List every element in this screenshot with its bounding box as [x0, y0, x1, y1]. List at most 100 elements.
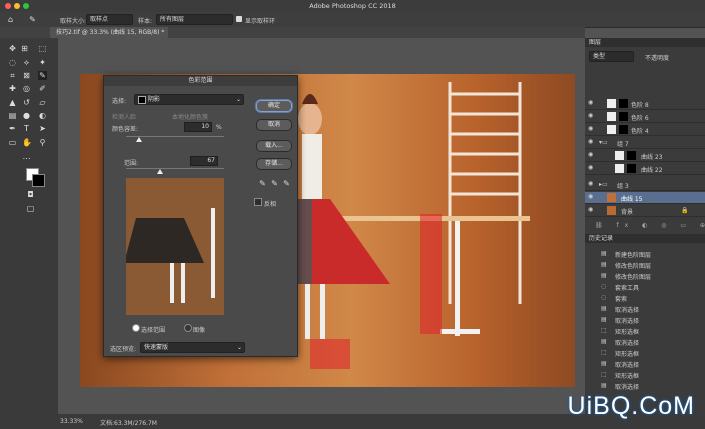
select-dropdown[interactable]: 阴影 ⌄: [134, 94, 244, 105]
eye-icon[interactable]: ◉: [588, 207, 594, 213]
localized-clusters-label[interactable]: 本地化颜色簇: [172, 112, 208, 121]
eye-icon[interactable]: ◉: [588, 181, 594, 187]
ok-button[interactable]: 确定: [256, 100, 292, 112]
lasso-tool-icon[interactable]: ◌: [8, 58, 17, 67]
history-item[interactable]: ◌ 套索工具: [585, 281, 705, 292]
path-select-icon[interactable]: ➤: [38, 124, 47, 133]
gradient-tool-icon[interactable]: ▤: [8, 111, 17, 120]
sample-dropdown[interactable]: 所有图层: [156, 14, 233, 25]
history-item[interactable]: ▤ 取消选择: [585, 336, 705, 347]
hand-tool-icon[interactable]: ✋: [22, 138, 32, 147]
eraser-tool-icon[interactable]: ▱: [38, 98, 47, 107]
history-item[interactable]: ▤ 取消选择: [585, 380, 705, 391]
layer-row[interactable]: ◉ 曲线 22: [585, 163, 705, 175]
stamp-tool-icon[interactable]: ▲: [8, 98, 17, 107]
layer-row[interactable]: ◉ 色阶 6: [585, 111, 705, 123]
eye-icon[interactable]: ◉: [588, 165, 594, 171]
barre-stand: [455, 221, 460, 336]
history-item[interactable]: ⬚ 矩形选框: [585, 347, 705, 358]
history-item[interactable]: ▤ 取消选择: [585, 303, 705, 314]
eye-icon[interactable]: ◉: [588, 113, 594, 119]
range-slider-thumb[interactable]: [157, 169, 163, 174]
eyedropper-icon[interactable]: ✎: [28, 15, 37, 24]
invert-checkbox[interactable]: [254, 198, 262, 206]
more-tools-icon[interactable]: ⋯: [22, 154, 31, 163]
move-tool-icon[interactable]: ✥: [8, 44, 17, 53]
history-item[interactable]: ▤ 取消选择: [585, 314, 705, 325]
fuzziness-slider-thumb[interactable]: [136, 137, 142, 142]
selection-radio-label: 选择范围: [141, 327, 166, 334]
quick-mask-icon[interactable]: ◘: [26, 190, 35, 199]
image-radio[interactable]: [184, 324, 192, 332]
history-icon: ▤: [601, 261, 607, 268]
layer-row[interactable]: ◉ 色阶 4: [585, 124, 705, 136]
zoom-tool-icon[interactable]: ⚲: [38, 138, 47, 147]
home-icon[interactable]: ⌂: [6, 15, 15, 24]
eye-icon[interactable]: ◉: [588, 126, 594, 132]
adjustment-thumb: [607, 125, 616, 134]
lasso-icon: ◌: [601, 294, 607, 301]
shape-tool-icon[interactable]: ▭: [8, 138, 17, 147]
history-item[interactable]: ▤ 取消选择: [585, 358, 705, 369]
cancel-button[interactable]: 取消: [256, 119, 292, 131]
fuzziness-input[interactable]: 10: [184, 122, 212, 132]
zoom-level[interactable]: 33.33%: [60, 418, 83, 425]
layers-panel-tab[interactable]: 图层: [585, 38, 705, 47]
dodge-tool-icon[interactable]: ◐: [38, 111, 47, 120]
patch-tool-icon[interactable]: ◎: [22, 84, 31, 93]
preview-illustration: [124, 208, 215, 303]
history-item[interactable]: ⬚ 矩形选框: [585, 369, 705, 380]
quick-select-tool-icon[interactable]: ⟡: [22, 58, 31, 67]
eyedropper-tool-icon[interactable]: ✎: [38, 71, 47, 80]
background-color-swatch[interactable]: [32, 174, 45, 187]
color-range-dialog: 色彩范围 选择: 阴影 ⌄ 检测人脸 本地化颜色簇 颜色容差: 10 % 范围:…: [103, 75, 298, 357]
history-brush-icon[interactable]: ↺: [22, 98, 31, 107]
layer-row[interactable]: ◉ 曲线 23: [585, 150, 705, 162]
layer-name: 组 3: [617, 183, 629, 190]
layer-kind-filter[interactable]: 类型: [589, 51, 634, 62]
brush-tool-icon[interactable]: ✐: [38, 84, 47, 93]
magic-wand-icon[interactable]: ✦: [38, 58, 47, 67]
blur-tool-icon[interactable]: ●: [22, 111, 31, 120]
layer-actions[interactable]: ⛓ fx ◐ ◎ ▭ ⊕ 🗑: [595, 222, 705, 229]
artboard-tool-icon[interactable]: ⊞: [20, 44, 29, 53]
crop-tool-icon[interactable]: ⌗: [8, 71, 17, 80]
load-button[interactable]: 载入...: [256, 140, 292, 152]
show-ring-checkbox[interactable]: [236, 16, 242, 22]
marquee-tool-icon[interactable]: ⬚: [38, 44, 47, 53]
eye-icon[interactable]: ◉: [588, 139, 594, 145]
select-label: 选择:: [112, 98, 127, 105]
document-tab[interactable]: 技巧2.tif @ 33.3% (曲线 15, RGB/8) *: [50, 27, 168, 38]
preview-value: 快速蒙版: [144, 344, 169, 351]
detect-faces-label[interactable]: 检测人脸: [112, 112, 136, 121]
history-item[interactable]: ◌ 套索: [585, 292, 705, 303]
eye-icon[interactable]: ◉: [588, 152, 594, 158]
range-input[interactable]: 67: [190, 156, 218, 166]
layer-row[interactable]: ◉ 色阶 8: [585, 98, 705, 110]
pen-tool-icon[interactable]: ✒: [8, 124, 17, 133]
healing-tool-icon[interactable]: ✚: [8, 84, 17, 93]
history-item[interactable]: ▤ 修改色阶图层: [585, 270, 705, 281]
history-panel-tab[interactable]: 历史记录: [585, 234, 705, 243]
history-item[interactable]: ⬚ 矩形选框: [585, 325, 705, 336]
history-item[interactable]: ▤ 新建色阶图层: [585, 248, 705, 259]
eye-icon[interactable]: ◉: [588, 100, 594, 106]
layer-group-row[interactable]: ◉ ▸▭ 组 3: [585, 179, 705, 191]
layer-group-row[interactable]: ◉ ▾▭ 组 7: [585, 137, 705, 149]
range-slider-track[interactable]: [126, 168, 224, 169]
save-button[interactable]: 存储...: [256, 158, 292, 170]
eyedropper-icon[interactable]: ✎: [258, 179, 267, 188]
selection-radio[interactable]: [132, 324, 140, 332]
document-size[interactable]: 文档:63.3M/276.7M: [100, 418, 157, 427]
eyedropper-plus-icon[interactable]: ✎: [270, 179, 279, 188]
layer-row-selected[interactable]: ◉ 曲线 15: [585, 192, 705, 204]
history-item[interactable]: ▤ 修改色阶图层: [585, 259, 705, 270]
screen-mode-icon[interactable]: ▢: [26, 204, 35, 213]
eyedropper-minus-icon[interactable]: ✎: [282, 179, 291, 188]
layer-row[interactable]: ◉ 背景 🔒: [585, 205, 705, 217]
type-tool-icon[interactable]: T: [22, 124, 31, 133]
frame-tool-icon[interactable]: ⊠: [22, 71, 31, 80]
eye-icon[interactable]: ◉: [588, 194, 594, 200]
preview-dropdown[interactable]: 快速蒙版 ⌄: [140, 342, 245, 353]
sample-size-dropdown[interactable]: 取样点: [86, 14, 133, 25]
